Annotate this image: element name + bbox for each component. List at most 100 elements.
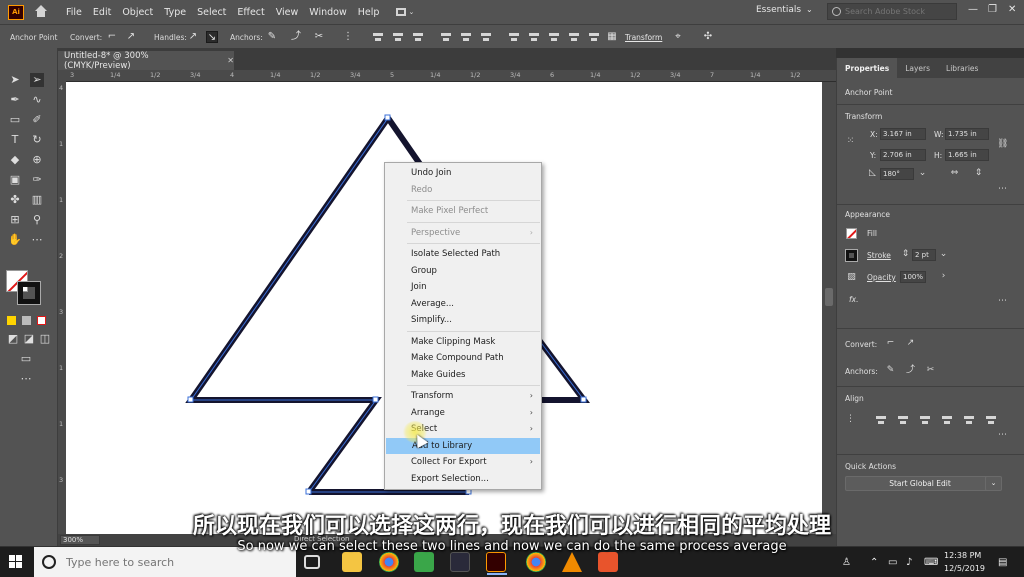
- align-middle-icon[interactable]: [963, 414, 975, 426]
- rotate-tool-icon[interactable]: ↻: [30, 133, 44, 147]
- align-left-icon[interactable]: [372, 31, 384, 43]
- chrome-icon[interactable]: [379, 552, 399, 572]
- camtasia-icon[interactable]: [414, 552, 434, 572]
- close-icon[interactable]: ✕: [227, 56, 234, 65]
- hand-tool-icon[interactable]: ✋: [8, 233, 22, 247]
- anchor-point-icon[interactable]: [580, 396, 587, 403]
- menu-select[interactable]: Select: [197, 7, 226, 18]
- convert-smooth-icon[interactable]: ↗: [125, 31, 137, 43]
- context-menu-item-join[interactable]: Join: [385, 279, 541, 296]
- opacity-label[interactable]: Opacity: [867, 273, 896, 282]
- volume-icon[interactable]: ♪: [906, 557, 912, 568]
- menu-help[interactable]: Help: [358, 7, 380, 18]
- distribute-top-icon[interactable]: [508, 31, 520, 43]
- align-bottom-icon[interactable]: [985, 414, 997, 426]
- connect-endpoints-icon[interactable]: ⤴: [905, 365, 916, 376]
- vertical-ruler[interactable]: 4 1 1 2 3 1 1 3: [58, 70, 66, 534]
- paintbrush-tool-icon[interactable]: ✐: [30, 113, 44, 127]
- menu-edit[interactable]: Edit: [93, 7, 111, 18]
- more-options-icon[interactable]: ⋯: [997, 430, 1008, 441]
- align-top-icon[interactable]: [440, 31, 452, 43]
- distribute-bottom-icon[interactable]: [548, 31, 560, 43]
- gradient-tool-icon[interactable]: ▣: [8, 173, 22, 187]
- start-global-edit-button[interactable]: Start Global Edit: [845, 476, 995, 491]
- reference-point-icon[interactable]: ⁙: [845, 136, 856, 147]
- rectangle-tool-icon[interactable]: ▭: [8, 113, 22, 127]
- anchor-point-icon[interactable]: [187, 396, 194, 403]
- hide-handles-icon[interactable]: ↘: [206, 31, 218, 43]
- isolate-mode-icon[interactable]: ⌖: [672, 31, 684, 43]
- windows-start-icon[interactable]: [9, 555, 23, 569]
- align-top-icon[interactable]: [941, 414, 953, 426]
- convert-corner-icon[interactable]: ⌐: [106, 31, 118, 43]
- chevron-down-icon[interactable]: ⌄: [806, 5, 813, 14]
- network-icon[interactable]: ▭: [888, 557, 897, 568]
- curvature-tool-icon[interactable]: ∿: [30, 93, 44, 107]
- color-mode-icon[interactable]: [7, 316, 16, 325]
- notifications-icon[interactable]: ▤: [998, 557, 1007, 568]
- anchor-point-icon[interactable]: [305, 488, 312, 495]
- workspace-switcher-icon[interactable]: ⌄: [396, 5, 420, 19]
- draw-normal-icon[interactable]: ◩: [6, 332, 20, 346]
- context-menu-item-export-selection[interactable]: Export Selection...: [385, 471, 541, 488]
- isolate-icon[interactable]: ⋮: [342, 31, 354, 43]
- context-menu-item-transform[interactable]: Transform ›: [385, 388, 541, 405]
- vertical-scrollbar[interactable]: [822, 82, 836, 534]
- eraser-tool-icon[interactable]: ◆: [8, 153, 22, 167]
- chevron-down-icon[interactable]: ⌄: [917, 168, 928, 179]
- more-options-icon[interactable]: ⋯: [997, 296, 1008, 307]
- zoom-tool-icon[interactable]: ⚲: [30, 213, 44, 227]
- opacity-field[interactable]: 100%: [900, 271, 926, 283]
- stroke-black-swatch[interactable]: [18, 282, 40, 304]
- align-to-icon[interactable]: ▦: [606, 31, 618, 43]
- align-to-icon[interactable]: ⋮: [845, 414, 856, 425]
- context-menu-item-average[interactable]: Average...: [385, 296, 541, 313]
- flip-vertical-icon[interactable]: ⇕: [973, 168, 984, 179]
- h-field[interactable]: 1.665 in: [945, 149, 989, 161]
- direct-selection-tool-icon[interactable]: ➢: [30, 73, 44, 87]
- rotate-field[interactable]: 180°: [880, 168, 914, 180]
- document-tab[interactable]: Untitled-8* @ 300% (CMYK/Preview) ✕: [58, 51, 234, 71]
- menu-effect[interactable]: Effect: [237, 7, 264, 18]
- horizontal-ruler[interactable]: 3 1/4 1/2 3/4 4 1/4 1/2 3/4 5 1/4 1/2 3/4 6 1/4 1/2 3/4…: [66, 70, 836, 82]
- tab-layers[interactable]: Layers: [897, 58, 938, 78]
- context-menu-item-undo-join[interactable]: Undo Join: [385, 165, 541, 182]
- context-menu-item-arrange[interactable]: Arrange ›: [385, 405, 541, 422]
- stock-search-input[interactable]: [845, 7, 955, 16]
- file-explorer-icon[interactable]: [342, 552, 362, 572]
- eyedropper-tool-icon[interactable]: ✑: [30, 173, 44, 187]
- context-menu-item-group[interactable]: Group: [385, 263, 541, 280]
- stroke-stepper-icon[interactable]: ⇕: [900, 249, 911, 260]
- chevron-down-icon[interactable]: ⌄: [985, 476, 1002, 491]
- app-icon[interactable]: [598, 552, 618, 572]
- selection-tool-icon[interactable]: ➤: [8, 73, 22, 87]
- pen-tool-icon[interactable]: ✒: [8, 93, 22, 107]
- menu-object[interactable]: Object: [122, 7, 153, 18]
- clock-date[interactable]: 12/5/2019: [944, 564, 985, 573]
- shape-builder-tool-icon[interactable]: ✤: [8, 193, 22, 207]
- type-tool-icon[interactable]: T: [8, 133, 22, 147]
- width-tool-icon[interactable]: ⊕: [30, 153, 44, 167]
- align-left-icon[interactable]: [875, 414, 887, 426]
- workspace-menu[interactable]: Essentials: [756, 5, 801, 15]
- distribute-left-icon[interactable]: [568, 31, 580, 43]
- w-field[interactable]: 1.735 in: [945, 128, 989, 140]
- draw-inside-icon[interactable]: ◫: [38, 332, 52, 346]
- taskbar-search-input[interactable]: [66, 555, 266, 569]
- context-menu-item-make-compound-path[interactable]: Make Compound Path: [385, 350, 541, 367]
- x-field[interactable]: 3.167 in: [880, 128, 926, 140]
- show-handles-icon[interactable]: ↗: [187, 31, 199, 43]
- cut-path-icon[interactable]: ✂: [925, 365, 936, 376]
- chevron-up-icon[interactable]: ⌃: [870, 557, 878, 568]
- fill-swatch[interactable]: [846, 228, 857, 239]
- align-center-icon[interactable]: [897, 414, 909, 426]
- fox-app-icon[interactable]: [450, 552, 470, 572]
- anchor-point-icon[interactable]: [372, 396, 379, 403]
- align-center-icon[interactable]: [392, 31, 404, 43]
- align-middle-icon[interactable]: [460, 31, 472, 43]
- remove-anchor-icon[interactable]: ✎: [266, 31, 278, 43]
- y-field[interactable]: 2.706 in: [880, 149, 926, 161]
- tab-properties[interactable]: Properties: [837, 58, 898, 78]
- stroke-weight-field[interactable]: 2 pt: [912, 249, 936, 261]
- distribute-middle-icon[interactable]: [528, 31, 540, 43]
